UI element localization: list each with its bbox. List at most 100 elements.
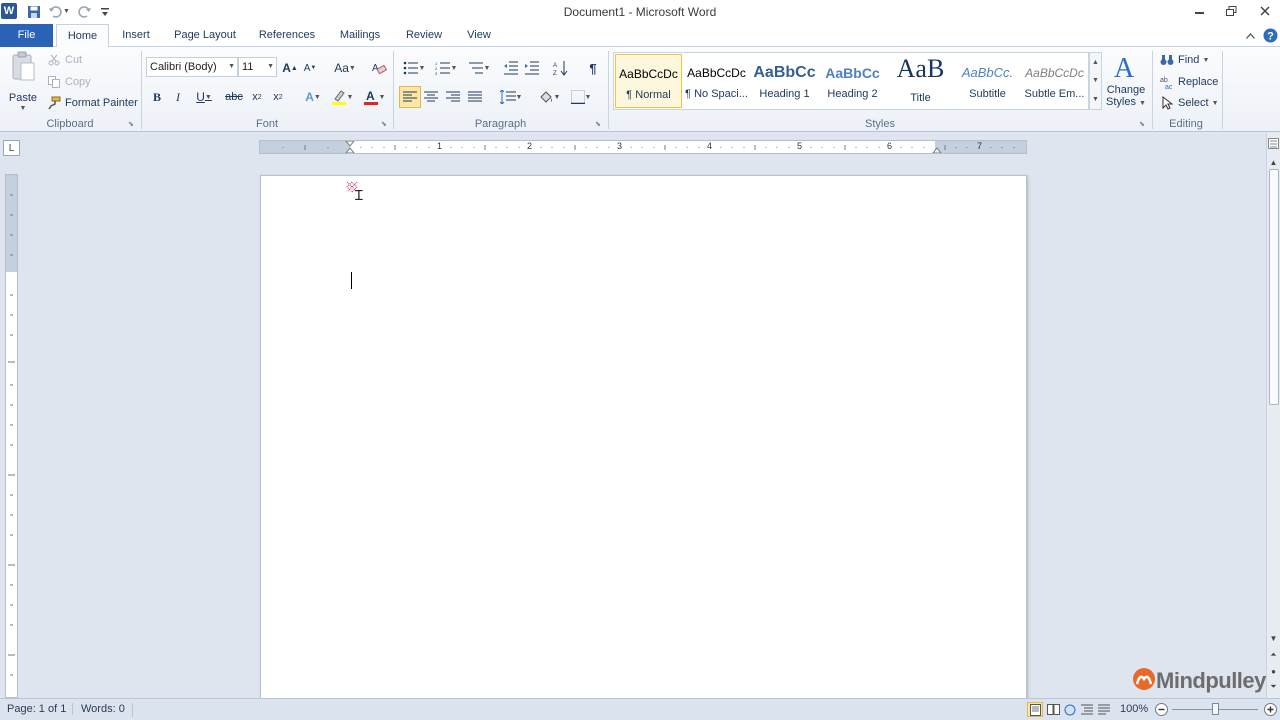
underline-icon[interactable]: U ▼: [191, 87, 217, 107]
justify-icon[interactable]: [465, 87, 485, 107]
minimize-ribbon-icon[interactable]: [1243, 28, 1258, 43]
style-heading-2[interactable]: AaBbCc Heading 2: [819, 54, 886, 108]
browse-object-icon[interactable]: ●: [1267, 664, 1280, 678]
page-count[interactable]: Page: 1 of 1: [7, 703, 66, 715]
styles-gallery-scroll[interactable]: ▲ ▼ ▼: [1089, 52, 1102, 110]
print-layout-view-icon[interactable]: [1027, 702, 1043, 717]
svg-text:3: 3: [435, 71, 438, 75]
select-label: Select: [1178, 97, 1209, 109]
scroll-up-icon[interactable]: ▲: [1267, 155, 1280, 169]
copy-button[interactable]: Copy: [46, 74, 91, 90]
document-page[interactable]: Ɪ: [260, 175, 1027, 698]
show-formatting-marks-icon[interactable]: ¶: [583, 58, 603, 78]
style-name: Heading 1: [759, 88, 810, 100]
ribbon-tabs: File Home Insert Page Layout References …: [0, 24, 1280, 48]
document-workspace: Ɪ: [0, 161, 1266, 698]
style-normal[interactable]: AaBbCcDc ¶ Normal: [615, 54, 682, 108]
tab-page-layout[interactable]: Page Layout: [166, 24, 244, 47]
horizontal-ruler[interactable]: 1 2 3 4 5 6 7: [259, 140, 1027, 154]
paste-button[interactable]: Paste ▼: [8, 51, 38, 113]
decrease-indent-icon[interactable]: [501, 58, 521, 78]
zoom-level[interactable]: 100%: [1120, 703, 1148, 715]
align-center-icon[interactable]: [421, 87, 441, 107]
zoom-out-icon[interactable]: [1153, 702, 1169, 717]
style-name: Subtitle: [969, 88, 1006, 100]
draft-view-icon[interactable]: [1096, 702, 1112, 717]
style-subtitle[interactable]: AaBbCc. Subtitle: [954, 54, 1021, 108]
shading-icon[interactable]: ▼: [535, 87, 563, 107]
clipboard-dialog-launcher-icon[interactable]: ⬊: [128, 120, 134, 128]
font-dialog-launcher-icon[interactable]: ⬊: [381, 120, 387, 128]
vertical-ruler[interactable]: [5, 174, 18, 698]
outline-view-icon[interactable]: [1079, 702, 1095, 717]
style-title[interactable]: AaB Title: [887, 54, 954, 108]
superscript-icon[interactable]: x2: [268, 87, 288, 107]
scrollbar-thumb[interactable]: [1269, 169, 1279, 405]
change-styles-label-1: Change: [1106, 84, 1146, 96]
font-color-icon[interactable]: A ▼: [360, 87, 388, 107]
next-page-icon[interactable]: ⏷: [1267, 680, 1280, 694]
zoom-in-icon[interactable]: [1262, 702, 1278, 717]
font-name-combo[interactable]: Calibri (Body) ▼: [146, 57, 238, 77]
replace-button[interactable]: ab ac Replace: [1159, 74, 1218, 90]
style-preview: AaBbCcDc: [687, 66, 746, 80]
align-right-icon[interactable]: [443, 87, 463, 107]
style-heading-1[interactable]: AaBbCc Heading 1: [751, 54, 818, 108]
scroll-down-icon[interactable]: ▼: [1092, 77, 1099, 84]
change-styles-button[interactable]: A Change Styles ▼: [1105, 51, 1147, 115]
find-label: Find: [1178, 54, 1200, 66]
bullets-icon[interactable]: ▼: [400, 58, 428, 78]
vertical-scrollbar[interactable]: ▲ ▼ ⏶ ● ⏷: [1266, 133, 1280, 698]
style-no-spacing[interactable]: AaBbCcDc ¶ No Spaci...: [683, 54, 750, 108]
italic-icon[interactable]: I: [168, 87, 188, 107]
copy-label: Copy: [65, 76, 91, 88]
full-screen-reading-view-icon[interactable]: [1045, 702, 1061, 717]
highlight-icon[interactable]: ▼: [328, 87, 356, 107]
change-case-icon[interactable]: Aa ▼: [332, 58, 358, 78]
tab-review[interactable]: Review: [398, 24, 450, 47]
increase-indent-icon[interactable]: [522, 58, 542, 78]
word-count[interactable]: Words: 0: [72, 703, 125, 715]
tab-insert[interactable]: Insert: [113, 24, 159, 47]
previous-page-icon[interactable]: ⏶: [1267, 648, 1280, 662]
borders-icon[interactable]: ▼: [567, 87, 595, 107]
scroll-down-icon[interactable]: ▼: [1267, 631, 1280, 645]
tab-file[interactable]: File: [0, 24, 53, 47]
paragraph-dialog-launcher-icon[interactable]: ⬊: [595, 120, 601, 128]
ruler-toggle-icon[interactable]: [1267, 136, 1280, 150]
numbering-icon[interactable]: 1 2 3 ▼: [432, 58, 460, 78]
style-subtle-emphasis[interactable]: AaBbCcDc Subtle Em...: [1021, 54, 1088, 108]
styles-dialog-launcher-icon[interactable]: ⬊: [1139, 120, 1145, 128]
tab-view[interactable]: View: [459, 24, 499, 47]
styles-group-label: Styles: [865, 118, 895, 130]
minimize-icon[interactable]: [1183, 0, 1216, 22]
strikethrough-icon[interactable]: abc: [224, 87, 244, 107]
grow-font-icon[interactable]: A ▲: [280, 58, 300, 78]
select-button[interactable]: Select ▼: [1159, 95, 1219, 111]
bold-icon[interactable]: B: [147, 87, 167, 107]
cut-button[interactable]: Cut: [46, 52, 82, 68]
restore-icon[interactable]: [1215, 0, 1248, 22]
tab-references[interactable]: References: [252, 24, 322, 47]
help-icon[interactable]: ?: [1263, 28, 1278, 43]
scroll-up-icon[interactable]: ▲: [1092, 59, 1099, 66]
web-layout-view-icon[interactable]: [1062, 702, 1078, 717]
tab-home[interactable]: Home: [56, 24, 109, 48]
format-painter-button[interactable]: Format Painter: [46, 95, 138, 111]
close-icon[interactable]: [1248, 0, 1280, 22]
find-button[interactable]: Find ▼: [1159, 52, 1209, 68]
tab-mailings[interactable]: Mailings: [331, 24, 389, 47]
subscript-icon[interactable]: x2: [247, 87, 267, 107]
shrink-font-icon[interactable]: A ▼: [300, 58, 320, 78]
align-left-icon[interactable]: [399, 86, 421, 108]
clear-formatting-icon[interactable]: A: [369, 58, 389, 78]
tab-selector[interactable]: L: [3, 140, 20, 156]
multilevel-list-icon[interactable]: ▼: [465, 58, 493, 78]
more-styles-icon[interactable]: ▼: [1092, 96, 1099, 103]
line-spacing-icon[interactable]: ▼: [497, 87, 525, 107]
ibeam-cursor-icon: Ɪ: [355, 188, 363, 204]
text-effects-icon[interactable]: A ▼: [300, 87, 326, 107]
sort-icon[interactable]: AZ: [551, 58, 571, 78]
zoom-slider-thumb[interactable]: [1212, 703, 1219, 715]
font-size-combo[interactable]: 11 ▼: [238, 57, 277, 77]
